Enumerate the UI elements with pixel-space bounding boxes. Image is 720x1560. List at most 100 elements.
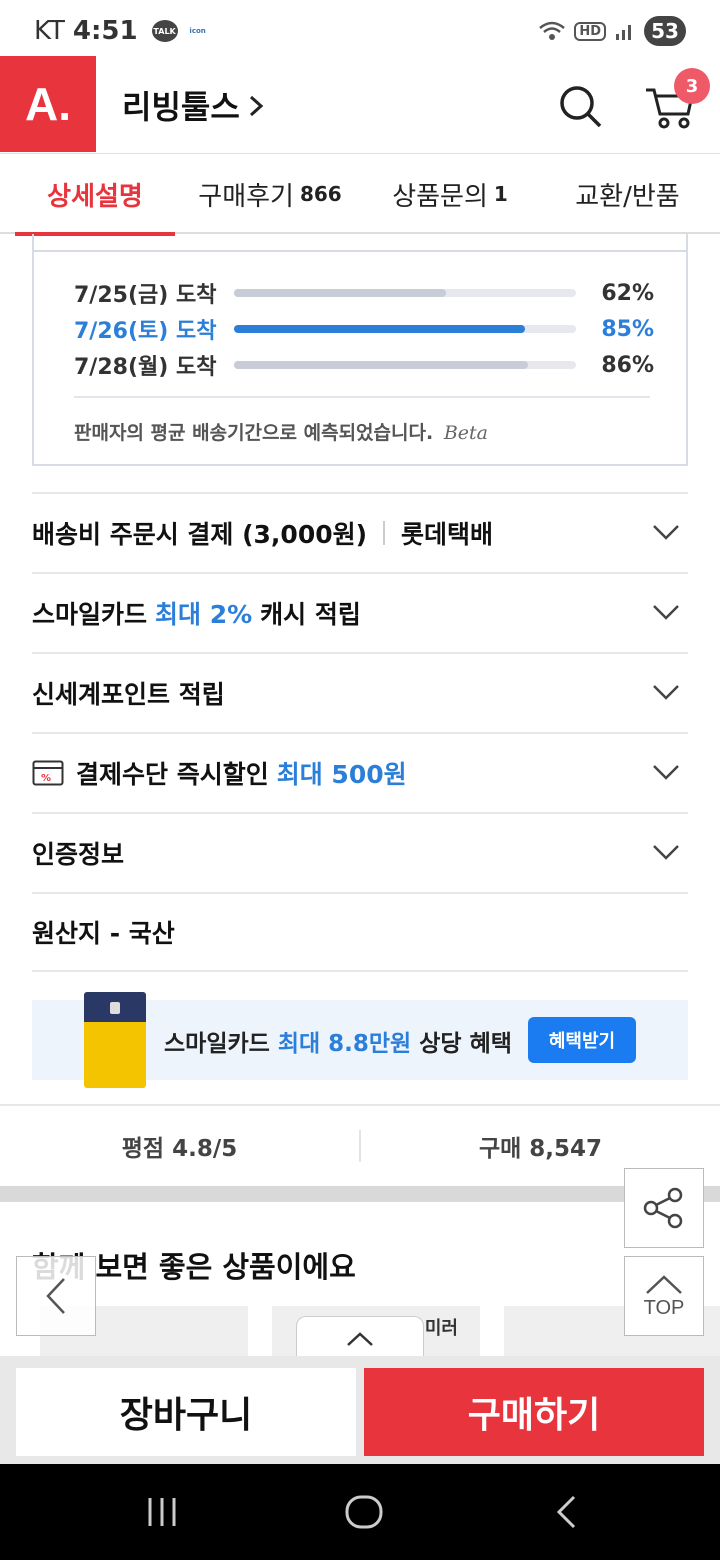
search-icon[interactable] [556,82,604,130]
scroll-top-button[interactable]: TOP [624,1256,704,1336]
beta-label: Beta [443,422,488,444]
delivery-date: 7/25(금) 도착 [74,283,217,308]
tab-reviews[interactable]: 구매후기 866 [175,154,365,234]
carousel-prev-button[interactable] [16,1256,96,1336]
back-icon [556,1495,576,1529]
delivery-row-highlighted: 7/26(토) 도착 85% [74,312,654,346]
status-bar: KT 4:51 TALK icon HD 53 [0,0,720,62]
shipping-fee-row[interactable]: 배송비 주문시 결제 (3,000원) 롯데택배 [32,492,688,572]
get-benefit-button[interactable]: 혜택받기 [528,1017,636,1063]
payment-discount-row[interactable]: % 결제수단 즉시할인 최대 500원 [32,732,688,812]
product-label: 미러 [424,1318,458,1339]
tab-label: 상품문의 [392,181,488,212]
app-header: A. 리빙툴스 [0,56,720,154]
smilecard-cashback-row[interactable]: 스마일카드 최대 2% 캐시 적립 [32,572,688,652]
delivery-row: 7/28(월) 도착 86% [74,348,654,382]
chevron-left-icon [46,1278,65,1314]
promo-suffix: 상당 혜택 [419,1031,512,1057]
smilecard-suffix: 캐시 적립 [260,600,361,629]
recent-apps-button[interactable] [138,1488,186,1536]
signal-icon [616,25,631,40]
share-button[interactable] [624,1168,704,1248]
shinsegae-points-row[interactable]: 신세계포인트 적립 [32,652,688,732]
product-tabs: 상세설명 구매후기 866 상품문의 1 교환/반품 [0,154,720,236]
system-nav-bar [0,1464,720,1560]
courier-name: 롯데택배 [401,520,494,549]
discount-label: 결제수단 즉시할인 [76,760,269,789]
divider [74,396,650,398]
home-button[interactable] [340,1488,388,1536]
add-to-cart-button[interactable]: 장바구니 [16,1368,356,1456]
wifi-icon [539,21,566,40]
chevron-down-icon [653,845,679,860]
delivery-percent: 62% [601,280,654,306]
section-gap [0,1186,720,1202]
buy-now-button[interactable]: 구매하기 [364,1368,704,1456]
smilecard-promo-banner[interactable]: 스마일카드 최대 8.8만원 상당 혜택 혜택받기 [32,992,688,1088]
card-chip [110,1002,120,1014]
icon-app-icon: icon [189,27,206,35]
chevron-up-icon [646,1274,682,1294]
back-button[interactable] [542,1488,590,1536]
note-text: 판매자의 평균 배송기간으로 예측되었습니다. [74,422,434,444]
svg-text:%: % [41,773,51,784]
delivery-percent: 86% [601,352,654,378]
cart-count-badge: 3 [674,68,710,104]
store-name: 리빙툴스 [122,88,240,126]
purchase-bar: 장바구니 구매하기 [0,1356,720,1464]
auction-logo[interactable]: A. [0,56,96,152]
product-stats: 평점 4.8/5 구매 8,547 [0,1104,720,1186]
certification-row[interactable]: 인증정보 [32,812,688,892]
delivery-bar [234,289,576,297]
chevron-down-icon [653,525,679,540]
delivery-bar [234,325,576,333]
divider [383,521,386,545]
delivery-bar-fill [234,361,529,369]
tab-exchange-return[interactable]: 교환/반품 [535,154,720,234]
certification-label: 인증정보 [32,840,125,869]
store-link[interactable]: 리빙툴스 [122,82,264,128]
share-icon [643,1187,683,1229]
tab-inquiry[interactable]: 상품문의 1 [365,154,535,234]
delivery-date: 7/28(월) 도착 [74,355,217,380]
card-discount-icon: % [32,760,64,786]
points-label: 신세계포인트 적립 [32,680,225,709]
delivery-bar-fill [234,325,525,333]
tab-label: 교환/반품 [575,181,680,212]
battery-icon: 53 [644,16,686,46]
delivery-estimate-note: 판매자의 평균 배송기간으로 예측되었습니다. Beta [74,418,488,445]
tab-label: 상세설명 [47,181,143,212]
origin-label: 원산지 - 국산 [32,919,175,948]
top-label: TOP [643,1296,685,1319]
promo-highlight: 최대 8.8만원 [277,1031,412,1057]
review-count: 866 [299,182,342,206]
hd-voice-icon: HD [574,21,606,41]
expand-handle[interactable] [296,1316,424,1360]
promo-text: 스마일카드 최대 8.8만원 상당 혜택 [164,1024,512,1058]
smilecard-rate: 최대 2% [155,600,253,629]
tab-label: 구매후기 [198,181,294,212]
shipping-fee-label: 배송비 주문시 결제 (3,000원) [32,520,368,549]
promo-prefix: 스마일카드 [164,1031,270,1057]
kakaotalk-icon: TALK [151,20,178,42]
origin-row: 원산지 - 국산 [32,892,688,972]
delivery-bar-fill [234,289,447,297]
divider [34,250,686,252]
chevron-down-icon [653,605,679,620]
delivery-date: 7/26(토) 도착 [74,319,217,344]
rating[interactable]: 평점 4.8/5 [0,1129,359,1163]
home-icon [345,1495,383,1529]
chevron-down-icon [653,765,679,780]
smilecard-image [84,992,146,1088]
carrier-label: KT [34,16,65,46]
chevron-down-icon [653,685,679,700]
tab-detail[interactable]: 상세설명 [15,154,175,236]
product-info-list: 배송비 주문시 결제 (3,000원) 롯데택배 스마일카드 최대 2% 캐시 … [32,492,688,972]
delivery-row: 7/25(금) 도착 62% [74,276,654,310]
chevron-right-icon [249,95,264,117]
discount-amount: 최대 500원 [276,760,407,789]
delivery-percent: 85% [601,316,654,342]
delivery-bar [234,361,576,369]
purchase-count: 구매 8,547 [478,1136,603,1162]
recent-apps-icon [148,1498,176,1526]
